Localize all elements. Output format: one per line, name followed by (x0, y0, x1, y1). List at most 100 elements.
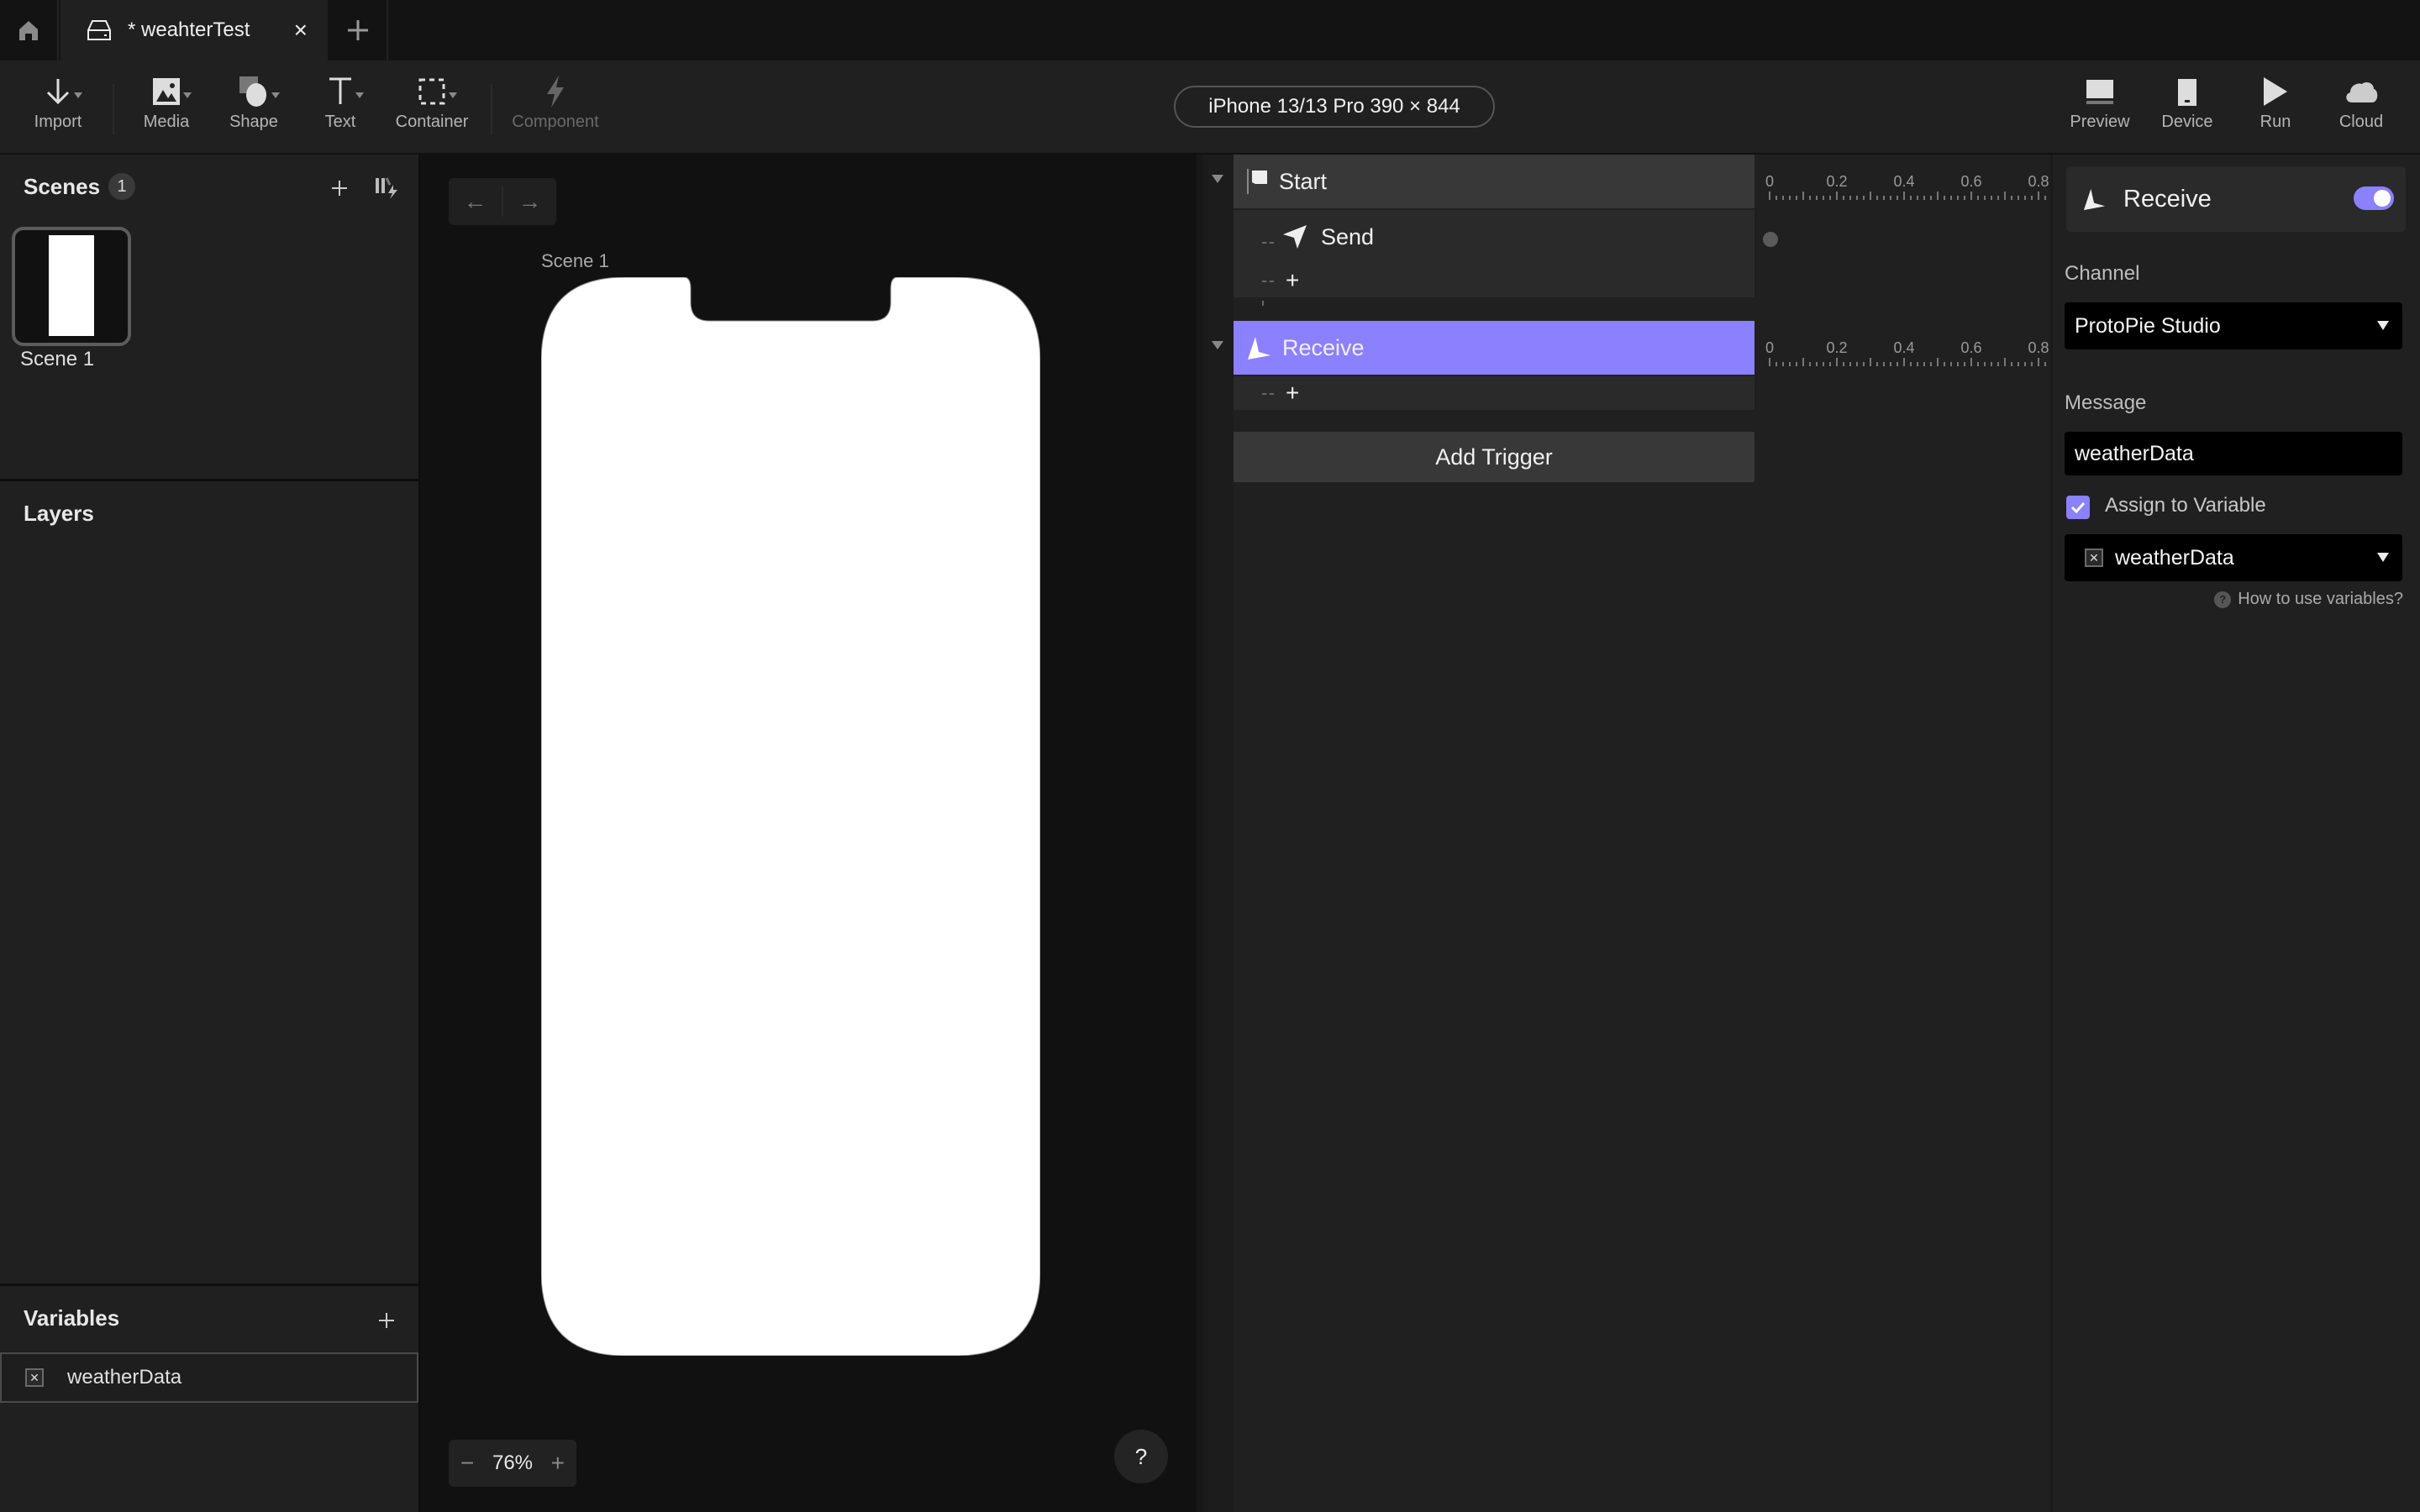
timeline-ruler[interactable]: 0 0.2 0.4 0.6 0.8 (1765, 339, 2050, 373)
trigger-track (1197, 155, 1234, 1512)
ruler-tick (1984, 362, 1986, 366)
interaction-panel: Start Send + Receive + Add Trigger (1197, 155, 1754, 1512)
tab-bar: * weahterTest × (0, 0, 2420, 60)
ruler-tick (1964, 362, 1965, 366)
response-keyframe-dot[interactable] (1763, 232, 1778, 247)
home-icon (19, 21, 38, 40)
variable-type-icon: ✕ (25, 1368, 44, 1387)
ruler-tick (1789, 196, 1791, 200)
ruler-tick (1970, 358, 1972, 366)
phone-artboard[interactable] (541, 277, 1040, 1356)
ruler-tick-label: 0.6 (1960, 339, 1982, 356)
device-selector[interactable]: iPhone 13/13 Pro 390 × 844 (1174, 86, 1495, 128)
scenes-header: Scenes 1 (24, 173, 136, 200)
preview-label: Preview (2070, 113, 2130, 131)
flag-icon (1247, 169, 1267, 194)
timeline-ruler[interactable]: 0 0.2 0.4 0.6 0.8 (1765, 173, 2050, 207)
message-input[interactable]: weatherData (2065, 432, 2402, 475)
shape-icon (239, 76, 266, 107)
document-tab[interactable]: * weahterTest × (60, 0, 328, 60)
shape-button[interactable]: Shape (227, 74, 281, 141)
ruler-tick-label: 0.4 (1893, 173, 1915, 190)
trigger-start[interactable]: Start (1234, 155, 1754, 208)
back-arrow-icon[interactable]: ← (449, 178, 502, 225)
add-response-button[interactable]: + (1234, 376, 1754, 410)
toggle-knob (2374, 190, 2391, 207)
ruler-tick (1950, 362, 1952, 366)
variables-help-link[interactable]: ? How to use variables? (2214, 590, 2403, 609)
ruler-tick (1897, 196, 1898, 200)
scene-thumbnail[interactable] (12, 227, 131, 346)
ruler-tick (1782, 362, 1784, 366)
ruler-tick (1977, 362, 1979, 366)
add-scene-icon[interactable] (331, 180, 348, 197)
plus-icon (348, 20, 368, 40)
ruler-tick-label: 0 (1765, 173, 1775, 190)
plus-icon: + (1286, 380, 1300, 406)
ruler-tick (1769, 192, 1770, 200)
channel-label: Channel (2065, 262, 2140, 285)
preview-icon (2086, 80, 2113, 104)
ruler-tick (2044, 196, 2046, 200)
device-label: Device (2161, 113, 2213, 131)
channel-select[interactable]: ProtoPie Studio (2065, 302, 2402, 349)
preview-button[interactable]: Preview (2067, 74, 2133, 141)
run-button[interactable]: Run (2257, 74, 2294, 141)
scene-label: Scene 1 (20, 348, 95, 370)
scene-nav: ← → (449, 178, 556, 225)
add-response-button[interactable]: + (1234, 264, 1754, 297)
dropdown-caret-icon (449, 92, 457, 98)
help-link-text: How to use variables? (2238, 590, 2403, 608)
ruler-tick (1997, 196, 1999, 200)
device-button[interactable]: Device (2160, 74, 2215, 141)
media-button[interactable]: Media (139, 74, 193, 141)
text-button[interactable]: Text (318, 74, 364, 141)
add-trigger-button[interactable]: Add Trigger (1234, 432, 1754, 482)
ruler-tick (1984, 196, 1986, 200)
tree-connector (1262, 242, 1274, 244)
ruler-tick (1923, 362, 1925, 366)
container-button[interactable]: Container (393, 74, 471, 141)
toolbar-divider (491, 84, 492, 134)
variable-select[interactable]: ✕ weatherData (2065, 534, 2402, 581)
ruler-tick (1876, 362, 1878, 366)
help-button[interactable]: ? (1114, 1430, 1168, 1483)
response-send[interactable]: Send (1234, 210, 1754, 264)
message-value: weatherData (2075, 441, 2194, 465)
ruler-tick (1776, 362, 1777, 366)
home-button[interactable] (0, 0, 59, 60)
scene-transition-icon[interactable] (375, 176, 400, 200)
forward-arrow-icon[interactable]: → (503, 178, 556, 225)
trigger-receive[interactable]: Receive (1234, 321, 1754, 375)
ruler-tick (2004, 192, 2006, 200)
canvas[interactable]: ← → Scene 1 − 76% + ? (420, 155, 1197, 1512)
ruler-tick (1816, 362, 1818, 366)
zoom-out-button[interactable]: − (460, 1450, 474, 1477)
ruler-tick (1856, 196, 1858, 200)
cloud-button[interactable]: Cloud (2336, 74, 2386, 141)
lightning-icon (547, 76, 564, 108)
send-icon (1283, 225, 1307, 249)
zoom-in-button[interactable]: + (551, 1450, 565, 1477)
zoom-level[interactable]: 76% (492, 1452, 533, 1475)
ruler-tick (1991, 362, 1992, 366)
component-button[interactable]: Component (509, 74, 602, 141)
trigger-title: Receive (2123, 185, 2212, 213)
collapse-triangle-icon[interactable] (1212, 341, 1223, 349)
new-tab-button[interactable] (329, 0, 388, 60)
collapse-triangle-icon[interactable] (1212, 175, 1223, 183)
add-variable-icon[interactable] (378, 1312, 395, 1329)
ruler-tick-label: 0.8 (2028, 173, 2049, 190)
trigger-enable-toggle[interactable] (2354, 186, 2394, 210)
tab-title: * weahterTest (128, 18, 250, 41)
ruler-tick-label: 0.2 (1826, 339, 1848, 356)
ruler-tick (1870, 192, 1871, 200)
import-button[interactable]: Import (29, 74, 87, 141)
cloud-label: Cloud (2338, 113, 2384, 131)
channel-value: ProtoPie Studio (2075, 313, 2221, 338)
panel-divider (0, 1284, 418, 1286)
assign-variable-checkbox[interactable] (2066, 496, 2090, 519)
import-label: Import (34, 113, 82, 131)
close-tab-icon[interactable]: × (294, 18, 308, 42)
variable-item[interactable]: ✕ weatherData (0, 1352, 418, 1403)
